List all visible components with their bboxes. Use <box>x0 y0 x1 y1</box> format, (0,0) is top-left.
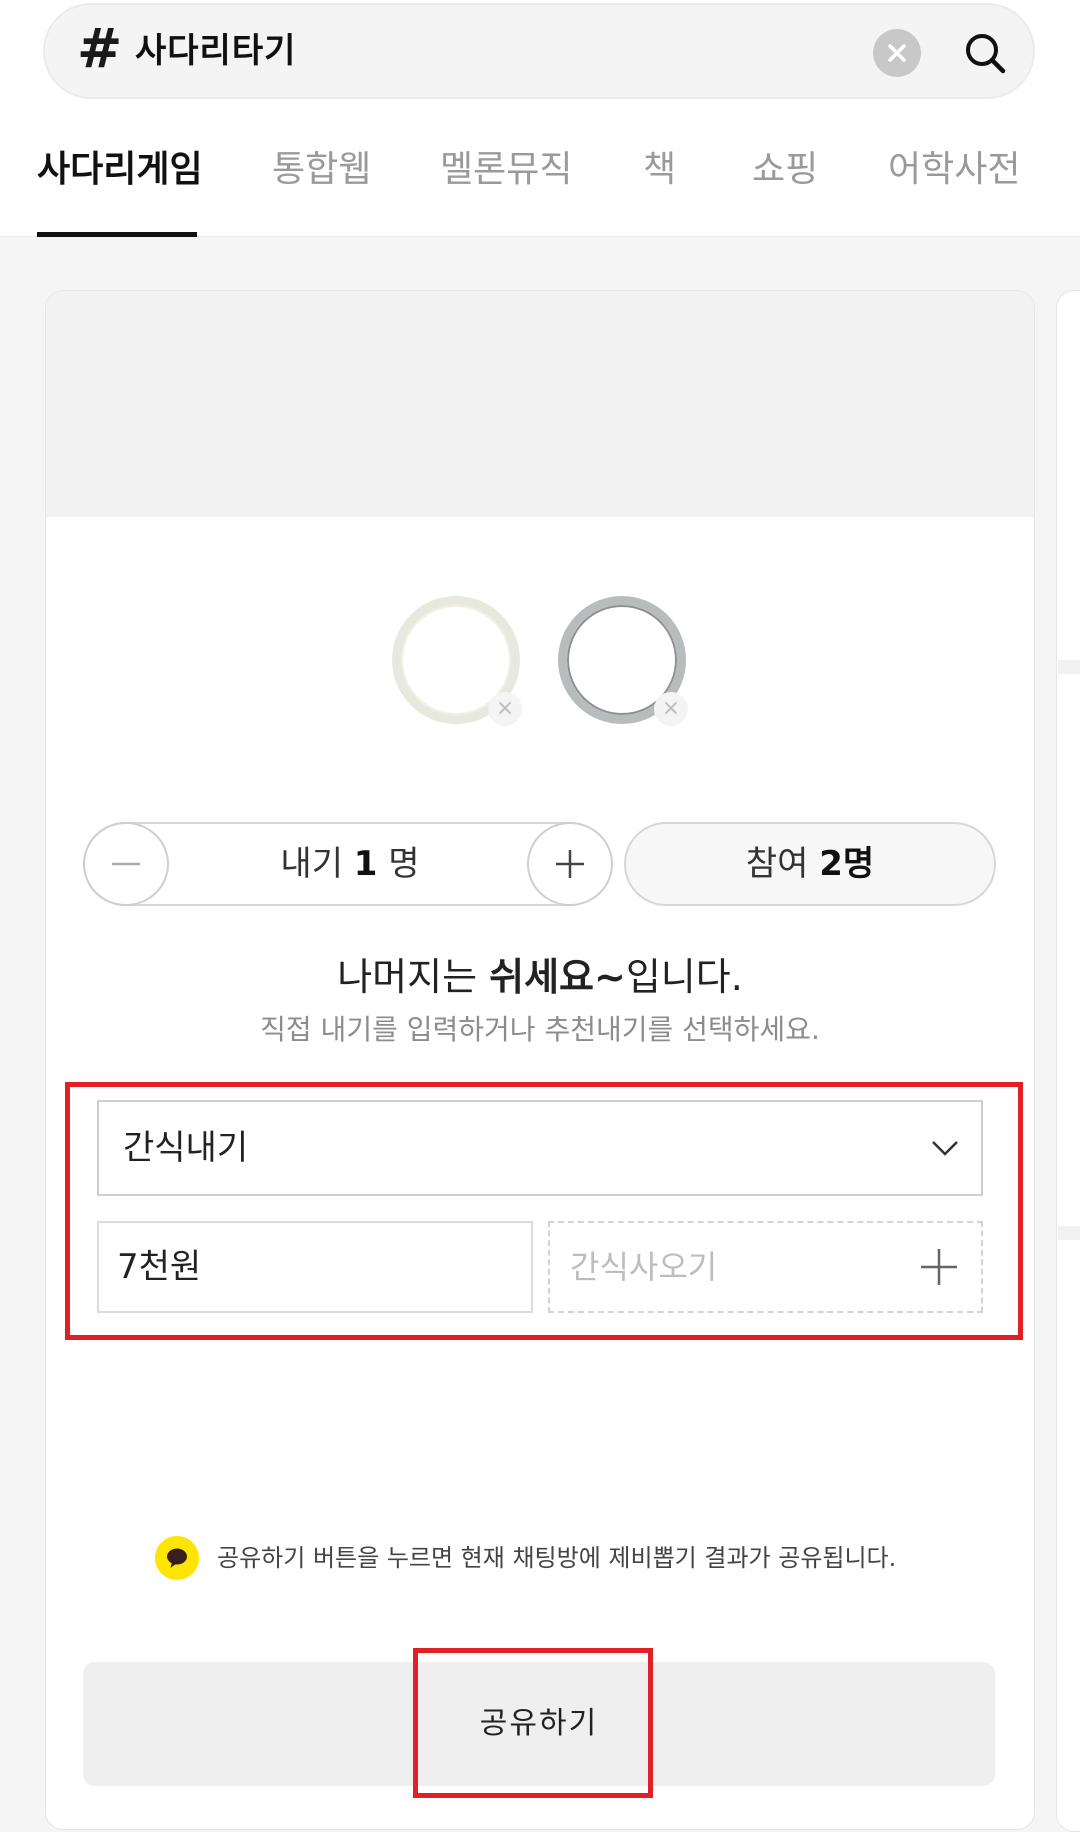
ladder-game-card <box>45 290 1035 1830</box>
tab-web[interactable]: 통합웹 <box>272 148 371 192</box>
decrease-button[interactable] <box>83 822 169 906</box>
tab-books[interactable]: 책 <box>643 148 676 192</box>
increase-button[interactable] <box>527 822 613 906</box>
participants-count: 참여 2명 <box>626 824 994 904</box>
divider <box>1058 1226 1080 1240</box>
participants-value: 2명 <box>819 844 875 884</box>
result-suffix: 입니다. <box>625 955 743 999</box>
plus-icon <box>556 850 584 878</box>
search-button[interactable] <box>957 25 1013 81</box>
bet-count-unit: 명 <box>388 844 420 884</box>
notice-text: 공유하기 버튼을 누르면 현재 채팅방에 제비뽑기 결과가 공유됩니다. <box>217 1544 897 1572</box>
remove-participant-button[interactable]: × <box>654 692 688 726</box>
bet-count: 내기 1 명 <box>175 824 525 904</box>
next-card-peek[interactable] <box>1056 290 1080 1832</box>
participants-pill[interactable]: 참여 2명 <box>624 822 996 906</box>
kakaotalk-icon <box>155 1536 199 1580</box>
result-text: 나머지는 쉬세요~입니다. <box>0 950 1080 1004</box>
divider <box>1058 660 1080 674</box>
search-bar[interactable]: # 사다리타기 <box>43 3 1035 99</box>
result-prefix: 나머지는 <box>337 955 490 999</box>
clear-search-button[interactable] <box>873 29 921 77</box>
bet-type-value: 간식내기 <box>123 1128 249 1168</box>
tab-shopping[interactable]: 쇼핑 <box>752 148 818 192</box>
participants-label: 참여 <box>745 844 809 884</box>
bet-count-stepper: 내기 1 명 <box>83 822 613 906</box>
bet-type-select[interactable]: 간식내기 <box>97 1100 983 1196</box>
bet-count-value: 1 <box>353 844 378 884</box>
tab-ladder-game[interactable]: 사다리게임 <box>37 148 203 192</box>
result-highlight: 쉬세요~ <box>489 955 626 999</box>
bet-count-label: 내기 <box>280 844 343 884</box>
card-banner <box>46 291 1034 517</box>
bet-amount-value: 7천원 <box>117 1247 202 1287</box>
share-notice: 공유하기 버튼을 누르면 현재 채팅방에 제비뽑기 결과가 공유됩니다. <box>155 1534 975 1582</box>
tab-bar: 사다리게임 통합웹 멜론뮤직 책 쇼핑 어학사전 <box>0 140 1080 237</box>
add-bet-placeholder: 간식사오기 <box>570 1248 718 1286</box>
chevron-down-icon <box>932 1141 958 1156</box>
add-bet-input[interactable]: 간식사오기 <box>548 1221 983 1313</box>
active-tab-indicator <box>37 232 197 237</box>
close-icon <box>888 44 906 62</box>
remove-participant-button[interactable]: × <box>488 692 522 726</box>
tab-dictionary[interactable]: 어학사전 <box>888 148 1020 192</box>
search-icon <box>966 34 1006 74</box>
hashtag-icon: # <box>77 17 123 80</box>
header: # 사다리타기 사다리게임 통합웹 멜론뮤직 책 쇼핑 어학사전 <box>0 0 1080 237</box>
hint-text: 직접 내기를 입력하거나 추천내기를 선택하세요. <box>260 1013 820 1046</box>
highlight-box <box>413 1648 653 1798</box>
plus-icon[interactable] <box>917 1245 961 1289</box>
minus-icon <box>112 862 140 866</box>
tab-melon-music[interactable]: 멜론뮤직 <box>440 148 572 192</box>
bet-amount-input[interactable]: 7천원 <box>97 1221 533 1313</box>
search-query[interactable]: 사다리타기 <box>135 29 296 73</box>
